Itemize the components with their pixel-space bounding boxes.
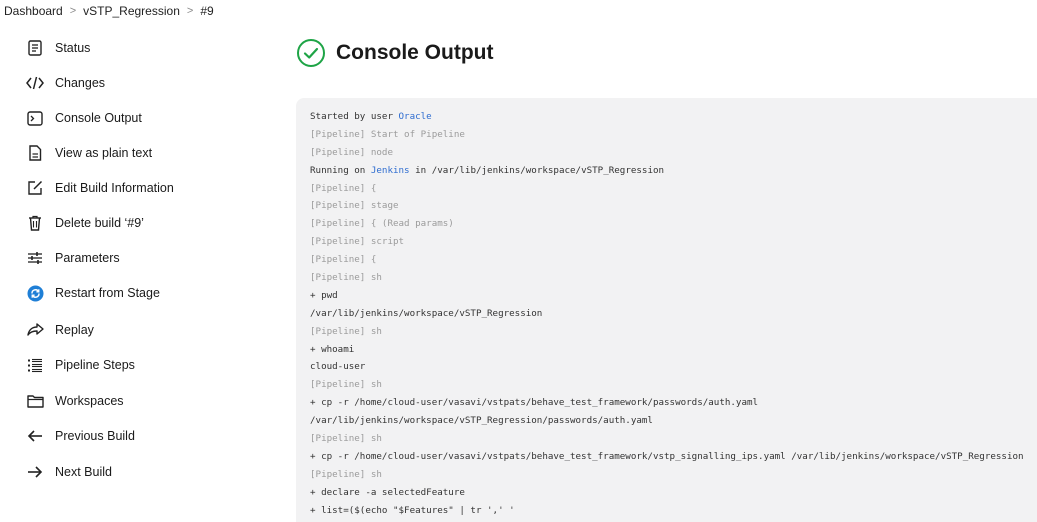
console-line: [Pipeline] { (Read params) — [310, 215, 1037, 233]
breadcrumb: Dashboard > vSTP_Regression > #9 — [0, 0, 214, 22]
sidebar-item-label: Restart from Stage — [55, 286, 160, 300]
sidebar-item-label: Previous Build — [55, 429, 135, 443]
console-line: [Pipeline] stage — [310, 197, 1037, 215]
folder-icon — [26, 392, 44, 410]
console-line-text: /var/lib/jenkins/workspace/vSTP_Regressi… — [310, 415, 653, 427]
sidebar-item-label: Replay — [55, 323, 94, 337]
sidebar-item-label: Next Build — [55, 465, 112, 479]
console-line-text: /var/lib/jenkins/workspace/vSTP_Regressi… — [310, 307, 543, 319]
console-line: cloud-user — [310, 358, 1037, 376]
code-icon — [26, 74, 44, 92]
breadcrumb-separator: > — [69, 5, 77, 17]
sidebar-item-label: View as plain text — [55, 146, 153, 160]
console-line: + list=($(echo "$Features" | tr ',' ' — [310, 502, 1037, 520]
console-line: [Pipeline] sh — [310, 466, 1037, 484]
console-line: [Pipeline] sh — [310, 269, 1037, 287]
sidebar-item-label: Parameters — [55, 251, 120, 265]
console-line: [Pipeline] sh — [310, 376, 1037, 394]
sidebar-item-view-plain-text[interactable]: View as plain text — [26, 141, 152, 165]
console-line-text: + list=($(echo "$Features" | tr ',' ' — [310, 504, 515, 516]
edit-icon — [26, 179, 44, 197]
restart-icon — [26, 284, 44, 302]
breadcrumb-build[interactable]: #9 — [200, 4, 213, 18]
sidebar-item-delete-build[interactable]: Delete build ‘#9’ — [26, 211, 144, 235]
console-line-text: [Pipeline] sh — [310, 468, 382, 480]
sidebar-item-previous-build[interactable]: Previous Build — [26, 424, 135, 448]
console-line: Running on Jenkins in /var/lib/jenkins/w… — [310, 162, 1037, 180]
sidebar-item-parameters[interactable]: Parameters — [26, 246, 120, 270]
sidebar-item-replay[interactable]: Replay — [26, 318, 94, 342]
sidebar-item-edit-build-information[interactable]: Edit Build Information — [26, 176, 174, 200]
console-line-text: [Pipeline] { — [310, 182, 377, 194]
console-line: [Pipeline] Start of Pipeline — [310, 126, 1037, 144]
console-output: Started by user Oracle [Pipeline] Start o… — [296, 98, 1037, 522]
console-line-text: [Pipeline] Start of Pipeline — [310, 128, 465, 140]
sidebar-item-label: Delete build ‘#9’ — [55, 216, 144, 230]
console-line-text: [Pipeline] sh — [310, 325, 382, 337]
status-icon — [26, 39, 44, 57]
arrow-left-icon — [26, 427, 44, 445]
console-line: + pwd — [310, 287, 1037, 305]
sidebar-item-status[interactable]: Status — [26, 36, 90, 60]
sidebar-item-label: Console Output — [55, 111, 142, 125]
console-line-text: + declare -a selectedFeature — [310, 486, 465, 498]
console-line: [Pipeline] sh — [310, 430, 1037, 448]
sidebar-item-label: Changes — [55, 76, 106, 90]
console-line-text: [Pipeline] sh — [310, 272, 382, 284]
console-line: + cp -r /home/cloud-user/vasavi/vstpats/… — [310, 448, 1037, 466]
trash-icon — [26, 214, 44, 232]
sidebar-item-pipeline-steps[interactable]: Pipeline Steps — [26, 353, 135, 377]
console-line: [Pipeline] node — [310, 144, 1037, 162]
console-line: + declare -a selectedFeature — [310, 484, 1037, 502]
console-line-text: cloud-user — [310, 361, 366, 373]
sidebar-item-label: Edit Build Information — [55, 181, 174, 195]
console-line-text: [Pipeline] { — [310, 254, 377, 266]
sidebar-item-next-build[interactable]: Next Build — [26, 460, 112, 484]
sidebar-item-label: Status — [55, 41, 91, 55]
sidebar-item-label: Pipeline Steps — [55, 358, 135, 372]
sidebar-item-restart-from-stage[interactable]: Restart from Stage — [26, 281, 160, 305]
console-line: /var/lib/jenkins/workspace/vSTP_Regressi… — [310, 305, 1037, 323]
console-line: + whoami — [310, 341, 1037, 359]
sidebar-item-workspaces[interactable]: Workspaces — [26, 389, 124, 413]
console-line-text: [Pipeline] sh — [310, 379, 382, 391]
console-line-text: Started by user — [310, 111, 399, 122]
sidebar-item-label: Workspaces — [55, 394, 124, 408]
success-check-icon — [297, 39, 325, 67]
breadcrumb-separator: > — [186, 5, 194, 17]
sidebar-item-changes[interactable]: Changes — [26, 71, 105, 95]
breadcrumb-dashboard[interactable]: Dashboard — [4, 4, 63, 18]
list-icon — [26, 356, 44, 374]
console-line-text: [Pipeline] stage — [310, 200, 399, 212]
console-line-text: [Pipeline] sh — [310, 433, 382, 445]
console-line-text: [Pipeline] { (Read params) — [310, 218, 454, 230]
page-header: Console Output — [296, 38, 493, 68]
console-line: [Pipeline] { — [310, 180, 1037, 198]
console-line-text: [Pipeline] node — [310, 146, 393, 158]
console-line-text: + cp -r /home/cloud-user/vasavi/vstpats/… — [310, 397, 759, 409]
console-link[interactable]: Jenkins — [371, 165, 410, 176]
console-line-text: + whoami — [310, 343, 355, 355]
page-title: Console Output — [336, 41, 494, 64]
jenkins-build-page: Dashboard > vSTP_Regression > #9 Status … — [0, 0, 1037, 522]
console-line-text: in /var/lib/jenkins/workspace/vSTP_Regre… — [409, 164, 665, 176]
console-line-text: + cp -r /home/cloud-user/vasavi/vstpats/… — [310, 450, 1024, 462]
console-line: + cp -r /home/cloud-user/vasavi/vstpats/… — [310, 394, 1037, 412]
replay-icon — [26, 321, 44, 339]
console-line: [Pipeline] script — [310, 233, 1037, 251]
console-line: /var/lib/jenkins/workspace/vSTP_Regressi… — [310, 412, 1037, 430]
console-line: [Pipeline] sh — [310, 323, 1037, 341]
document-icon — [26, 144, 44, 162]
breadcrumb-job[interactable]: vSTP_Regression — [83, 4, 180, 18]
sidebar-item-console-output[interactable]: Console Output — [26, 106, 142, 130]
terminal-icon — [26, 109, 44, 127]
console-line: [Pipeline] { — [310, 251, 1037, 269]
sliders-icon — [26, 249, 44, 267]
console-line-text: + pwd — [310, 289, 338, 301]
console-line-text: [Pipeline] script — [310, 236, 405, 248]
console-link[interactable]: Oracle — [399, 111, 432, 122]
console-line: Started by user Oracle — [310, 108, 1037, 126]
console-line-text: Running on — [310, 164, 371, 176]
arrow-right-icon — [26, 463, 44, 481]
